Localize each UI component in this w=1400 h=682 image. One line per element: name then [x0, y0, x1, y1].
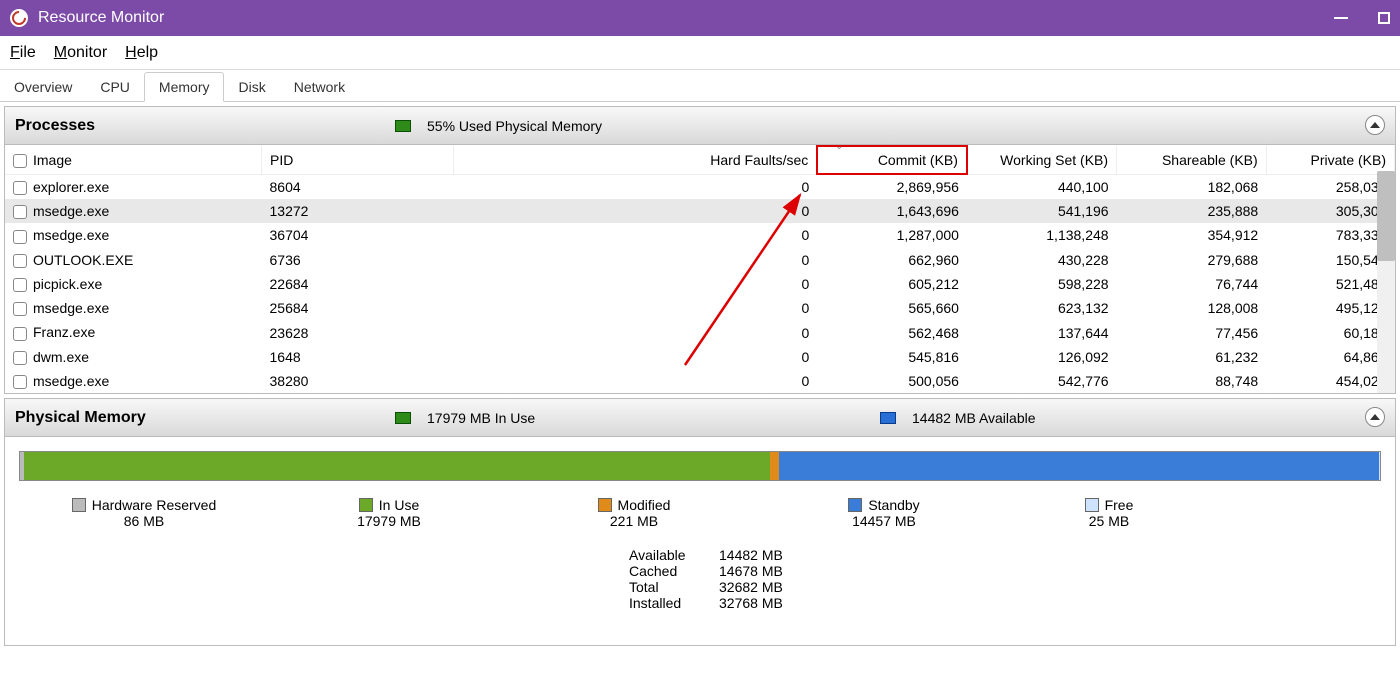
col-shareable[interactable]: Shareable (KB) [1117, 146, 1267, 174]
table-row[interactable]: msedge.exe382800500,056542,77688,748454,… [5, 369, 1395, 393]
row-checkbox[interactable] [13, 302, 27, 316]
collapse-button[interactable] [1365, 115, 1385, 135]
legend-standby: Standby 14457 MB [759, 497, 1009, 529]
minimize-button[interactable] [1334, 17, 1348, 19]
in-use-status: 17979 MB In Use [395, 410, 535, 426]
row-checkbox[interactable] [13, 278, 27, 292]
physical-memory-body: Hardware Reserved 86 MB In Use 17979 MB … [5, 437, 1395, 645]
segment-standby [779, 452, 1379, 480]
col-private[interactable]: Private (KB) [1266, 146, 1394, 174]
select-all-checkbox[interactable] [13, 154, 27, 168]
tab-bar: Overview CPU Memory Disk Network [0, 70, 1400, 102]
col-image[interactable]: Image [5, 146, 262, 174]
segment-free [1379, 452, 1380, 480]
app-icon [10, 9, 28, 27]
tab-memory[interactable]: Memory [144, 72, 225, 102]
memory-chip-icon [395, 412, 411, 424]
table-row[interactable]: msedge.exe1327201,643,696541,196235,8883… [5, 199, 1395, 223]
titlebar: Resource Monitor [0, 0, 1400, 36]
row-checkbox[interactable] [13, 181, 27, 195]
row-checkbox[interactable] [13, 327, 27, 341]
available-status: 14482 MB Available [880, 410, 1036, 426]
legend-in-use: In Use 17979 MB [269, 497, 509, 529]
menu-help[interactable]: Help [125, 44, 158, 62]
row-checkbox[interactable] [13, 205, 27, 219]
table-row[interactable]: OUTLOOK.EXE67360662,960430,228279,688150… [5, 248, 1395, 272]
processes-title: Processes [15, 117, 95, 135]
swatch-icon [598, 498, 612, 512]
scrollbar[interactable] [1377, 171, 1395, 393]
tab-overview[interactable]: Overview [0, 73, 86, 101]
table-row[interactable]: msedge.exe3670401,287,0001,138,248354,91… [5, 223, 1395, 247]
physical-memory-title: Physical Memory [15, 409, 146, 427]
swatch-icon [848, 498, 862, 512]
process-table-wrap: ⌄ Image PID Hard Faults/sec Commit (KB) … [5, 145, 1395, 393]
table-row[interactable]: dwm.exe16480545,816126,09261,23264,860 [5, 345, 1395, 369]
tab-network[interactable]: Network [280, 73, 359, 101]
col-working-set[interactable]: Working Set (KB) [967, 146, 1117, 174]
physical-memory-section: Physical Memory 17979 MB In Use 14482 MB… [4, 398, 1396, 646]
table-header-row: Image PID Hard Faults/sec Commit (KB) Wo… [5, 146, 1395, 174]
legend-hardware-reserved: Hardware Reserved 86 MB [19, 497, 269, 529]
table-row[interactable]: Franz.exe236280562,468137,64477,45660,18… [5, 320, 1395, 344]
maximize-button[interactable] [1378, 12, 1390, 24]
swatch-icon [1085, 498, 1099, 512]
col-pid[interactable]: PID [262, 146, 454, 174]
table-row[interactable]: msedge.exe256840565,660623,132128,008495… [5, 296, 1395, 320]
memory-bar [19, 451, 1381, 481]
sort-indicator: ⌄ [835, 145, 843, 152]
menubar: File Monitor Help [0, 36, 1400, 70]
memory-chip-icon [395, 120, 411, 132]
swatch-icon [72, 498, 86, 512]
col-hard-faults[interactable]: Hard Faults/sec [454, 146, 817, 174]
processes-header[interactable]: Processes 55% Used Physical Memory [5, 107, 1395, 145]
memory-legend: Hardware Reserved 86 MB In Use 17979 MB … [19, 497, 1381, 529]
table-row[interactable]: explorer.exe860402,869,956440,100182,068… [5, 174, 1395, 199]
swatch-icon [359, 498, 373, 512]
memory-chip-icon [880, 412, 896, 424]
tab-disk[interactable]: Disk [224, 73, 279, 101]
physical-memory-header[interactable]: Physical Memory 17979 MB In Use 14482 MB… [5, 399, 1395, 437]
tab-cpu[interactable]: CPU [86, 73, 144, 101]
menu-file[interactable]: File [10, 44, 36, 62]
row-checkbox[interactable] [13, 375, 27, 389]
processes-status: 55% Used Physical Memory [395, 118, 602, 134]
processes-section: Processes 55% Used Physical Memory ⌄ Ima… [4, 106, 1396, 394]
window-title: Resource Monitor [38, 9, 164, 27]
segment-modified [770, 452, 779, 480]
row-checkbox[interactable] [13, 254, 27, 268]
row-checkbox[interactable] [13, 351, 27, 365]
window-controls [1334, 12, 1390, 24]
row-checkbox[interactable] [13, 230, 27, 244]
legend-modified: Modified 221 MB [509, 497, 759, 529]
legend-free: Free 25 MB [1009, 497, 1209, 529]
menu-monitor[interactable]: Monitor [54, 44, 107, 62]
segment-in-use [24, 452, 770, 480]
table-row[interactable]: picpick.exe226840605,212598,22876,744521… [5, 272, 1395, 296]
scrollbar-thumb[interactable] [1377, 171, 1395, 261]
collapse-button[interactable] [1365, 407, 1385, 427]
memory-summary: Available14482 MB Cached14678 MB Total32… [629, 547, 1381, 611]
process-table: Image PID Hard Faults/sec Commit (KB) Wo… [5, 145, 1395, 393]
